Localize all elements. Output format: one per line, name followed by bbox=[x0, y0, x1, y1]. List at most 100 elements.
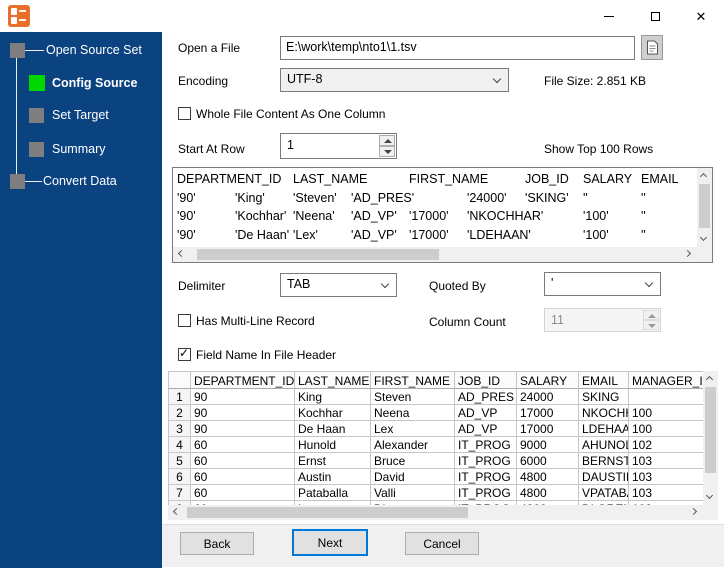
cell: 103 bbox=[629, 485, 703, 501]
cell: Ernst bbox=[295, 453, 371, 469]
raw-preview-line: '90' 'King' 'Steven' 'AD_PRES' '24000' '… bbox=[177, 190, 646, 205]
table-row[interactable]: 3 90 De Haan Lex AD_VP 17000 LDEHAAN 100 bbox=[168, 421, 703, 437]
cell: 60 bbox=[191, 485, 295, 501]
scrollbar-corner bbox=[697, 247, 712, 262]
cell: 4800 bbox=[517, 485, 579, 501]
cancel-button[interactable]: Cancel bbox=[405, 532, 479, 555]
browse-file-button[interactable] bbox=[641, 35, 663, 60]
sidebar-item-open-source-set: Open Source Set bbox=[46, 43, 142, 57]
spin-up-button bbox=[643, 310, 659, 320]
parsed-data-grid: DEPARTMENT_ID LAST_NAME FIRST_NAME JOB_I… bbox=[168, 371, 718, 520]
column-count-stepper: 11 bbox=[544, 308, 661, 332]
column-count-value: 11 bbox=[551, 313, 564, 327]
cell: NKOCHHAR bbox=[579, 405, 629, 421]
cell: 6000 bbox=[517, 453, 579, 469]
close-button[interactable]: ✕ bbox=[678, 0, 724, 32]
preview-hscroll-thumb[interactable] bbox=[197, 249, 439, 260]
table-row[interactable]: 1 90 King Steven AD_PRES 24000 SKING bbox=[168, 389, 703, 405]
cell: IT_PROG bbox=[455, 485, 517, 501]
raw-preview-text[interactable]: DEPARTMENT_ID LAST_NAME FIRST_NAME JOB_I… bbox=[173, 168, 697, 247]
column-header-job-id[interactable]: JOB_ID bbox=[455, 371, 517, 389]
scroll-right-arrow[interactable] bbox=[688, 505, 703, 520]
step-connector-top bbox=[25, 50, 44, 51]
grid-hscroll-thumb[interactable] bbox=[187, 507, 468, 518]
cell: 90 bbox=[191, 421, 295, 437]
spin-down-button[interactable] bbox=[379, 146, 395, 157]
column-header-manager-id[interactable]: MANAGER_ID bbox=[629, 371, 703, 389]
field-name-in-header-checkbox[interactable]: ✓ bbox=[178, 346, 191, 361]
grid-vscroll-thumb[interactable] bbox=[705, 387, 716, 473]
grid-vertical-scrollbar[interactable] bbox=[703, 371, 718, 505]
next-button[interactable]: Next bbox=[292, 529, 368, 556]
column-header-first-name[interactable]: FIRST_NAME bbox=[371, 371, 455, 389]
column-header-department-id[interactable]: DEPARTMENT_ID bbox=[191, 371, 295, 389]
scroll-down-arrow[interactable] bbox=[703, 490, 718, 505]
column-header-email[interactable]: EMAIL bbox=[579, 371, 629, 389]
encoding-select[interactable]: UTF-8 bbox=[280, 68, 509, 92]
cell: 9000 bbox=[517, 437, 579, 453]
table-row[interactable]: 4 60 Hunold Alexander IT_PROG 9000 AHUNO… bbox=[168, 437, 703, 453]
multi-line-record-checkbox[interactable] bbox=[178, 314, 191, 327]
spin-up-button[interactable] bbox=[379, 135, 395, 146]
wizard-steps-sidebar: Open Source Set Config Source Set Target… bbox=[0, 32, 162, 568]
row-number: 6 bbox=[168, 469, 191, 485]
cell: AD_PRES bbox=[455, 389, 517, 405]
app-icon-dash-bottom bbox=[19, 19, 26, 21]
cell: Kochhar bbox=[295, 405, 371, 421]
column-header-last-name[interactable]: LAST_NAME bbox=[295, 371, 371, 389]
preview-vertical-scrollbar[interactable] bbox=[697, 168, 712, 247]
triangle-up-icon bbox=[384, 139, 392, 143]
scroll-down-arrow[interactable] bbox=[697, 232, 712, 247]
preview-vscroll-thumb[interactable] bbox=[699, 184, 710, 228]
grid-horizontal-scrollbar[interactable] bbox=[168, 505, 703, 520]
cell: 90 bbox=[191, 405, 295, 421]
column-count-label: Column Count bbox=[429, 315, 506, 329]
quoted-by-select[interactable]: ' bbox=[544, 272, 661, 296]
raw-preview-line: '90' 'De Haan' 'Lex' 'AD_VP' '17000' 'LD… bbox=[177, 227, 646, 242]
column-header-salary[interactable]: SALARY bbox=[517, 371, 579, 389]
cell: LDEHAAN bbox=[579, 421, 629, 437]
scroll-left-arrow[interactable] bbox=[173, 247, 188, 262]
field-name-in-header-label: Field Name In File Header bbox=[196, 348, 337, 362]
table-row[interactable]: 5 60 Ernst Bruce IT_PROG 6000 BERNST 103 bbox=[168, 453, 703, 469]
start-at-row-spin-buttons bbox=[379, 135, 395, 157]
cell: 103 bbox=[629, 453, 703, 469]
step-marker-convert-data bbox=[10, 174, 25, 189]
cell: IT_PROG bbox=[455, 437, 517, 453]
back-button[interactable]: Back bbox=[180, 532, 254, 555]
app-icon-doc-top bbox=[11, 8, 17, 15]
start-at-row-stepper[interactable]: 1 bbox=[280, 133, 397, 159]
chevron-down-icon bbox=[380, 279, 390, 289]
table-row[interactable]: 2 90 Kochhar Neena AD_VP 17000 NKOCHHAR … bbox=[168, 405, 703, 421]
row-number: 7 bbox=[168, 485, 191, 501]
scroll-up-arrow[interactable] bbox=[697, 168, 712, 183]
triangle-up-icon bbox=[648, 314, 656, 318]
table-row[interactable]: 6 60 Austin David IT_PROG 4800 DAUSTIN 1… bbox=[168, 469, 703, 485]
table-row[interactable]: 7 60 Pataballa Valli IT_PROG 4800 VPATAB… bbox=[168, 485, 703, 501]
cell: Neena bbox=[371, 405, 455, 421]
cell: AD_VP bbox=[455, 421, 517, 437]
maximize-button[interactable] bbox=[632, 0, 678, 32]
minimize-button[interactable] bbox=[586, 0, 632, 32]
encoding-label: Encoding bbox=[178, 74, 229, 88]
cell: 17000 bbox=[517, 421, 579, 437]
cell: Alexander bbox=[371, 437, 455, 453]
multi-line-record-label: Has Multi-Line Record bbox=[196, 314, 315, 328]
scroll-left-arrow[interactable] bbox=[168, 505, 183, 520]
cell: Bruce bbox=[371, 453, 455, 469]
cell: 17000 bbox=[517, 405, 579, 421]
preview-horizontal-scrollbar[interactable] bbox=[173, 247, 697, 262]
scroll-up-arrow[interactable] bbox=[703, 371, 718, 386]
document-icon bbox=[646, 40, 658, 55]
app-icon bbox=[8, 5, 30, 27]
whole-file-one-column-label: Whole File Content As One Column bbox=[196, 107, 386, 121]
cell: Austin bbox=[295, 469, 371, 485]
sidebar-item-config-source: Config Source bbox=[52, 76, 138, 90]
scrollbar-corner bbox=[703, 505, 718, 520]
scroll-right-arrow[interactable] bbox=[682, 247, 697, 262]
whole-file-one-column-checkbox[interactable] bbox=[178, 107, 191, 120]
delimiter-select[interactable]: TAB bbox=[280, 273, 397, 297]
cell: 60 bbox=[191, 469, 295, 485]
cell: VPATABAL bbox=[579, 485, 629, 501]
file-path-input[interactable]: E:\work\temp\nto1\1.tsv bbox=[280, 36, 635, 60]
